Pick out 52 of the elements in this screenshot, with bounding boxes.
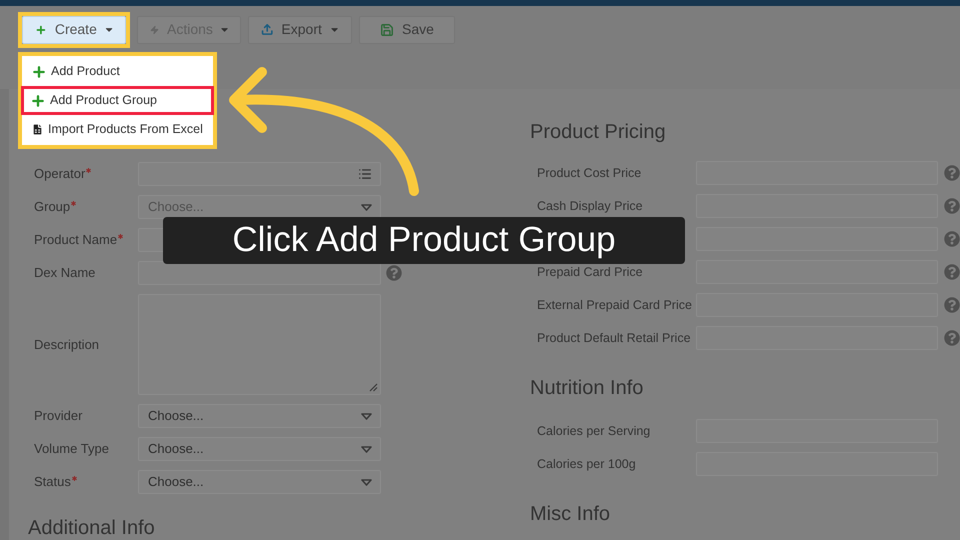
menu-item[interactable]: Import Products From Excel — [22, 115, 213, 144]
plus-icon — [31, 64, 47, 80]
field-label: External Prepaid Card Price — [537, 298, 692, 312]
resize-grip-icon — [369, 383, 378, 392]
help-icon[interactable] — [944, 297, 960, 313]
field-label: Product Name — [34, 231, 118, 250]
help-icon[interactable] — [944, 231, 960, 247]
help-icon[interactable] — [944, 198, 960, 214]
toolbar-button[interactable]: Save — [359, 16, 455, 44]
help-icon[interactable] — [944, 330, 960, 346]
plus-icon — [30, 92, 46, 108]
section-heading: Nutrition Info — [530, 376, 644, 400]
field-label: Product Default Retail Price — [537, 331, 691, 345]
required-icon — [86, 168, 92, 174]
caption-tooltip: Click Add Product Group — [163, 217, 685, 264]
select-field[interactable]: Choose... — [138, 470, 381, 494]
field-label: Product Cost Price — [537, 166, 642, 180]
spreadsheet-file-icon — [31, 123, 44, 136]
help-icon[interactable] — [944, 264, 960, 280]
field-label: Volume Type — [34, 440, 109, 458]
select-field[interactable]: Choose... — [138, 437, 381, 461]
field-label: Cash Display Price — [537, 199, 643, 213]
field-label: Calories per Serving — [537, 424, 650, 438]
caret-icon — [361, 478, 372, 486]
caret-icon — [361, 446, 372, 452]
field-label: Prepaid Card Price — [537, 265, 643, 279]
help-icon[interactable] — [944, 165, 960, 181]
description-field[interactable] — [138, 294, 381, 395]
field-label: Calories per 100g — [537, 457, 636, 471]
field-label: Provider — [34, 407, 82, 426]
upload-icon — [261, 22, 274, 38]
field-label: Status — [34, 473, 71, 492]
required-icon — [72, 476, 77, 482]
field-label: Dex Name — [34, 264, 96, 282]
required-icon — [71, 201, 76, 206]
operator-picker[interactable] — [138, 162, 381, 186]
select-field[interactable]: Choose... — [138, 404, 381, 428]
help-icon[interactable] — [386, 265, 402, 281]
toolbar-button[interactable]: Export — [248, 16, 352, 44]
menu-item[interactable]: Add Product — [22, 57, 213, 86]
section-heading: Product Pricing — [530, 120, 667, 144]
field-label: Description — [34, 336, 100, 354]
section-heading: Additional Info — [28, 516, 156, 540]
field-label: Operator — [34, 165, 86, 184]
section-heading: Misc Info — [530, 502, 612, 526]
required-icon — [118, 234, 124, 240]
menu-item[interactable]: Add Product Group — [21, 86, 214, 115]
caret-icon — [361, 204, 372, 210]
create-button[interactable]: Create — [22, 16, 126, 44]
caret-icon — [361, 412, 372, 420]
field-label: Group — [34, 198, 70, 216]
list-icon — [358, 167, 372, 181]
